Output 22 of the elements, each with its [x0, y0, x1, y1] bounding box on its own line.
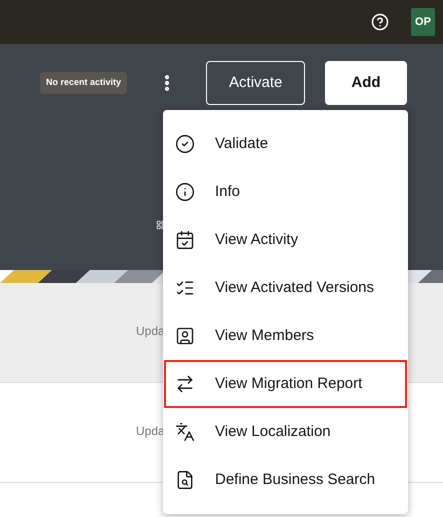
menu-item[interactable]: Info [164, 168, 407, 216]
menu-item[interactable]: View Members [164, 312, 407, 360]
info-icon [175, 182, 195, 202]
menu-item[interactable]: View Activated Versions [164, 264, 407, 312]
check-circle-icon [175, 134, 195, 154]
help-icon[interactable] [371, 13, 389, 31]
menu-item[interactable]: View Activity [164, 216, 407, 264]
calendar-icon [175, 230, 195, 250]
document-search-icon [175, 470, 195, 490]
updated-label: Upda [136, 322, 165, 340]
status-badge: No recent activity [40, 72, 128, 94]
menu-item[interactable]: Validate [164, 120, 407, 168]
activate-button[interactable]: Activate [206, 61, 306, 105]
add-button[interactable]: Add [325, 61, 407, 105]
menu-item[interactable]: Define Business Search [164, 456, 407, 504]
updated-label: Upda [136, 422, 165, 440]
translate-icon [175, 422, 195, 442]
menu-item[interactable]: View Localization [164, 408, 407, 456]
person-icon [175, 326, 195, 346]
menu-item[interactable]: View Migration Report [164, 360, 407, 408]
avatar[interactable]: OP [411, 8, 435, 36]
swap-arrows-icon [175, 374, 195, 394]
